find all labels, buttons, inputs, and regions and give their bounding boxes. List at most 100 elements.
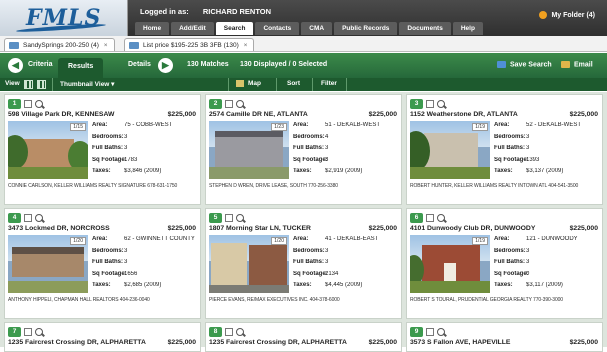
listing-card[interactable]: 5 1807 Morning Star LN, TUCKER $225,000 … bbox=[205, 208, 402, 319]
magnify-icon[interactable] bbox=[236, 213, 244, 222]
listing-photo[interactable]: 1/23 bbox=[209, 121, 289, 179]
select-checkbox[interactable] bbox=[24, 213, 32, 222]
view-bar: View Thumbnail View ▾ Map Sort Filter bbox=[0, 78, 607, 91]
listing-photo[interactable]: 1/20 bbox=[209, 235, 289, 293]
select-checkbox[interactable] bbox=[24, 99, 32, 108]
listing-price: $225,000 bbox=[368, 339, 397, 346]
photo-house bbox=[424, 133, 478, 167]
photo-driveway bbox=[209, 285, 289, 293]
nav-add-edit[interactable]: Add/Edit bbox=[171, 22, 214, 35]
magnify-icon[interactable] bbox=[35, 213, 43, 222]
magnify-icon[interactable] bbox=[236, 99, 244, 108]
nav-help[interactable]: Help bbox=[452, 22, 483, 35]
listing-card[interactable]: 4 3473 Lockmed DR, NORCROSS $225,000 1/2… bbox=[4, 208, 201, 319]
nav-documents[interactable]: Documents bbox=[399, 22, 451, 35]
area-label: Area: bbox=[293, 122, 309, 128]
select-checkbox[interactable] bbox=[426, 213, 434, 222]
taxes-value: $3,137 (2009) bbox=[526, 168, 564, 174]
forward-arrow-icon[interactable]: ▶ bbox=[158, 58, 173, 73]
magnify-icon[interactable] bbox=[437, 213, 445, 222]
listing-address[interactable]: 1152 Weatherstone DR, ATLANTA bbox=[410, 111, 518, 118]
sq-footage-label: Sq Footage: bbox=[293, 270, 328, 277]
my-folder-link[interactable]: My Folder (4) bbox=[539, 11, 595, 19]
sort-button[interactable]: Sort bbox=[287, 80, 300, 87]
listing-address[interactable]: 4101 Dunwoody Club DR, DUNWOODY bbox=[410, 225, 535, 232]
listing-number-badge: 5 bbox=[209, 212, 222, 223]
thumbnail-view-label: Thumbnail View bbox=[60, 81, 110, 88]
area-label: Area: bbox=[494, 236, 510, 242]
magnify-icon[interactable] bbox=[35, 327, 43, 336]
save-search-label: Save Search bbox=[510, 61, 552, 69]
select-checkbox[interactable] bbox=[225, 213, 233, 222]
listing-photo[interactable]: 1/19 bbox=[410, 121, 490, 179]
results-tab[interactable]: Results bbox=[58, 58, 104, 78]
listing-address[interactable]: 3573 S Fallon AVE, HAPEVILLE bbox=[410, 339, 510, 346]
listing-card[interactable]: 9 3573 S Fallon AVE, HAPEVILLE $225,000 bbox=[406, 322, 603, 352]
listing-address[interactable]: 3473 Lockmed DR, NORCROSS bbox=[8, 225, 110, 232]
nav-cma[interactable]: CMA bbox=[301, 22, 333, 35]
select-checkbox[interactable] bbox=[426, 99, 434, 108]
listing-details: Area: 51 - DEKALB-WEST Bedrooms: 4 Full Ba… bbox=[293, 122, 400, 180]
magnify-icon[interactable] bbox=[35, 99, 43, 108]
select-checkbox[interactable] bbox=[225, 327, 233, 336]
listing-address[interactable]: 1235 Faircrest Crossing DR, ALPHARETTA bbox=[209, 339, 347, 346]
logged-in-label: Logged in as: bbox=[140, 7, 189, 16]
magnify-icon[interactable] bbox=[437, 99, 445, 108]
listing-address[interactable]: 2574 Camille DR NE, ATLANTA bbox=[209, 111, 308, 118]
select-checkbox[interactable] bbox=[225, 99, 233, 108]
full-baths-value: 3 bbox=[325, 259, 329, 265]
bedrooms-value: 3 bbox=[325, 247, 329, 254]
area-value: 75 - COBB-WEST bbox=[124, 122, 173, 128]
listing-number-badge: 4 bbox=[8, 212, 21, 223]
grid-view-icon[interactable] bbox=[37, 80, 46, 89]
select-checkbox[interactable] bbox=[426, 327, 434, 336]
search-tab-sandysprings[interactable]: SandySprings 200-250 (4) × bbox=[4, 38, 115, 51]
thumbnail-view-select[interactable]: Thumbnail View ▾ bbox=[60, 80, 114, 88]
listing-photo[interactable]: 1/15 bbox=[8, 121, 88, 179]
magnify-icon[interactable] bbox=[437, 327, 445, 336]
displayed-selected-count: 130 Displayed / 0 Selected bbox=[240, 61, 328, 68]
nav-public-records[interactable]: Public Records bbox=[334, 22, 398, 35]
close-icon[interactable]: × bbox=[104, 42, 108, 49]
bedrooms-value: 4 bbox=[325, 133, 329, 140]
select-checkbox[interactable] bbox=[24, 327, 32, 336]
bedrooms-label: Bedrooms: bbox=[92, 133, 124, 140]
listing-address[interactable]: 1807 Morning Star LN, TUCKER bbox=[209, 225, 311, 232]
nav-home[interactable]: Home bbox=[135, 22, 170, 35]
search-tab-list-price[interactable]: List price $195-225 3B 3FB (130) × bbox=[124, 38, 255, 51]
email-button[interactable]: Email bbox=[561, 61, 593, 68]
back-arrow-icon[interactable]: ◀ bbox=[8, 58, 23, 73]
listing-photo[interactable]: 1/20 bbox=[8, 235, 88, 293]
details-tab[interactable]: Details bbox=[128, 61, 151, 68]
nav-contacts[interactable]: Contacts bbox=[255, 22, 300, 35]
nav-search[interactable]: Search bbox=[215, 22, 254, 35]
listing-address[interactable]: 598 Village Park DR, KENNESAW bbox=[8, 111, 114, 118]
map-button[interactable]: Map bbox=[236, 80, 261, 87]
listing-card[interactable]: 2 2574 Camille DR NE, ATLANTA $225,000 1… bbox=[205, 94, 402, 205]
map-icon bbox=[236, 80, 244, 87]
listing-address[interactable]: 1235 Faircrest Crossing DR, ALPHARETTA bbox=[8, 339, 146, 346]
filter-button[interactable]: Filter bbox=[321, 80, 337, 87]
listing-card[interactable]: 1 598 Village Park DR, KENNESAW $225,000… bbox=[4, 94, 201, 205]
fmls-logo[interactable]: FMLS bbox=[0, 0, 128, 36]
criteria-tab[interactable]: Criteria bbox=[28, 61, 53, 68]
full-baths-label: Full Baths: bbox=[92, 259, 123, 265]
sq-footage-value: 0 bbox=[526, 270, 530, 277]
taxes-value: $3,846 (2009) bbox=[124, 168, 162, 174]
list-view-icon[interactable] bbox=[24, 80, 33, 89]
photo-count: 1/19 bbox=[472, 237, 488, 245]
listing-price: $225,000 bbox=[167, 111, 196, 118]
listing-card[interactable]: 6 4101 Dunwoody Club DR, DUNWOODY $225,0… bbox=[406, 208, 603, 319]
listing-card[interactable]: 3 1152 Weatherstone DR, ATLANTA $225,000… bbox=[406, 94, 603, 205]
magnify-icon[interactable] bbox=[236, 327, 244, 336]
close-icon[interactable]: × bbox=[244, 42, 248, 49]
photo-count: 1/23 bbox=[271, 123, 287, 131]
photo-door bbox=[444, 263, 456, 283]
listing-grid: 1 598 Village Park DR, KENNESAW $225,000… bbox=[0, 92, 607, 352]
photo-lawn bbox=[8, 281, 88, 293]
listing-photo[interactable]: 1/19 bbox=[410, 235, 490, 293]
listing-card[interactable]: 8 1235 Faircrest Crossing DR, ALPHARETTA… bbox=[205, 322, 402, 352]
taxes-label: Taxes: bbox=[494, 168, 513, 174]
save-search-button[interactable]: Save Search bbox=[497, 61, 552, 68]
listing-card[interactable]: 7 1235 Faircrest Crossing DR, ALPHARETTA… bbox=[4, 322, 201, 352]
